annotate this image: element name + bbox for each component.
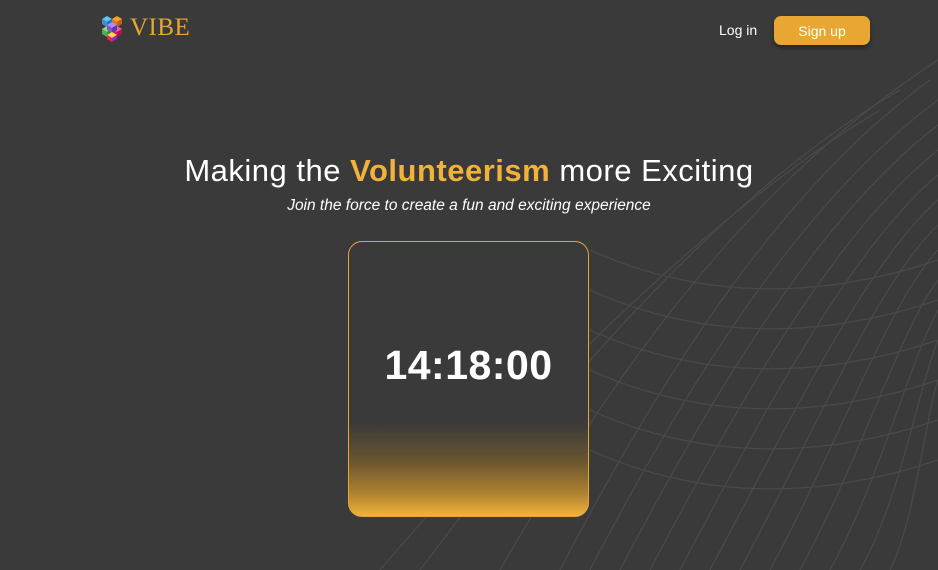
login-link[interactable]: Log in — [719, 21, 757, 39]
hero-subtitle: Join the force to create a fun and excit… — [287, 197, 651, 214]
hero-section: Making the Volunteerism more Exciting Jo… — [0, 148, 938, 216]
vibe-logo[interactable]: VIBE — [98, 12, 190, 44]
hero-title: Making the Volunteerism more Exciting — [0, 148, 938, 194]
hero-title-prefix: Making the — [184, 153, 351, 188]
hero-title-suffix: more Exciting — [550, 153, 754, 188]
top-nav: VIBE Log in Sign up — [0, 0, 938, 62]
vibe-cube-logo-icon — [102, 16, 122, 42]
hero-title-accent: Volunteerism — [350, 153, 551, 188]
signup-button[interactable]: Sign up — [774, 16, 870, 45]
countdown-timer-card: 14:18:00 — [348, 241, 589, 517]
countdown-timer-value: 14:18:00 — [384, 342, 553, 388]
logo-text: VIBE — [130, 14, 191, 41]
